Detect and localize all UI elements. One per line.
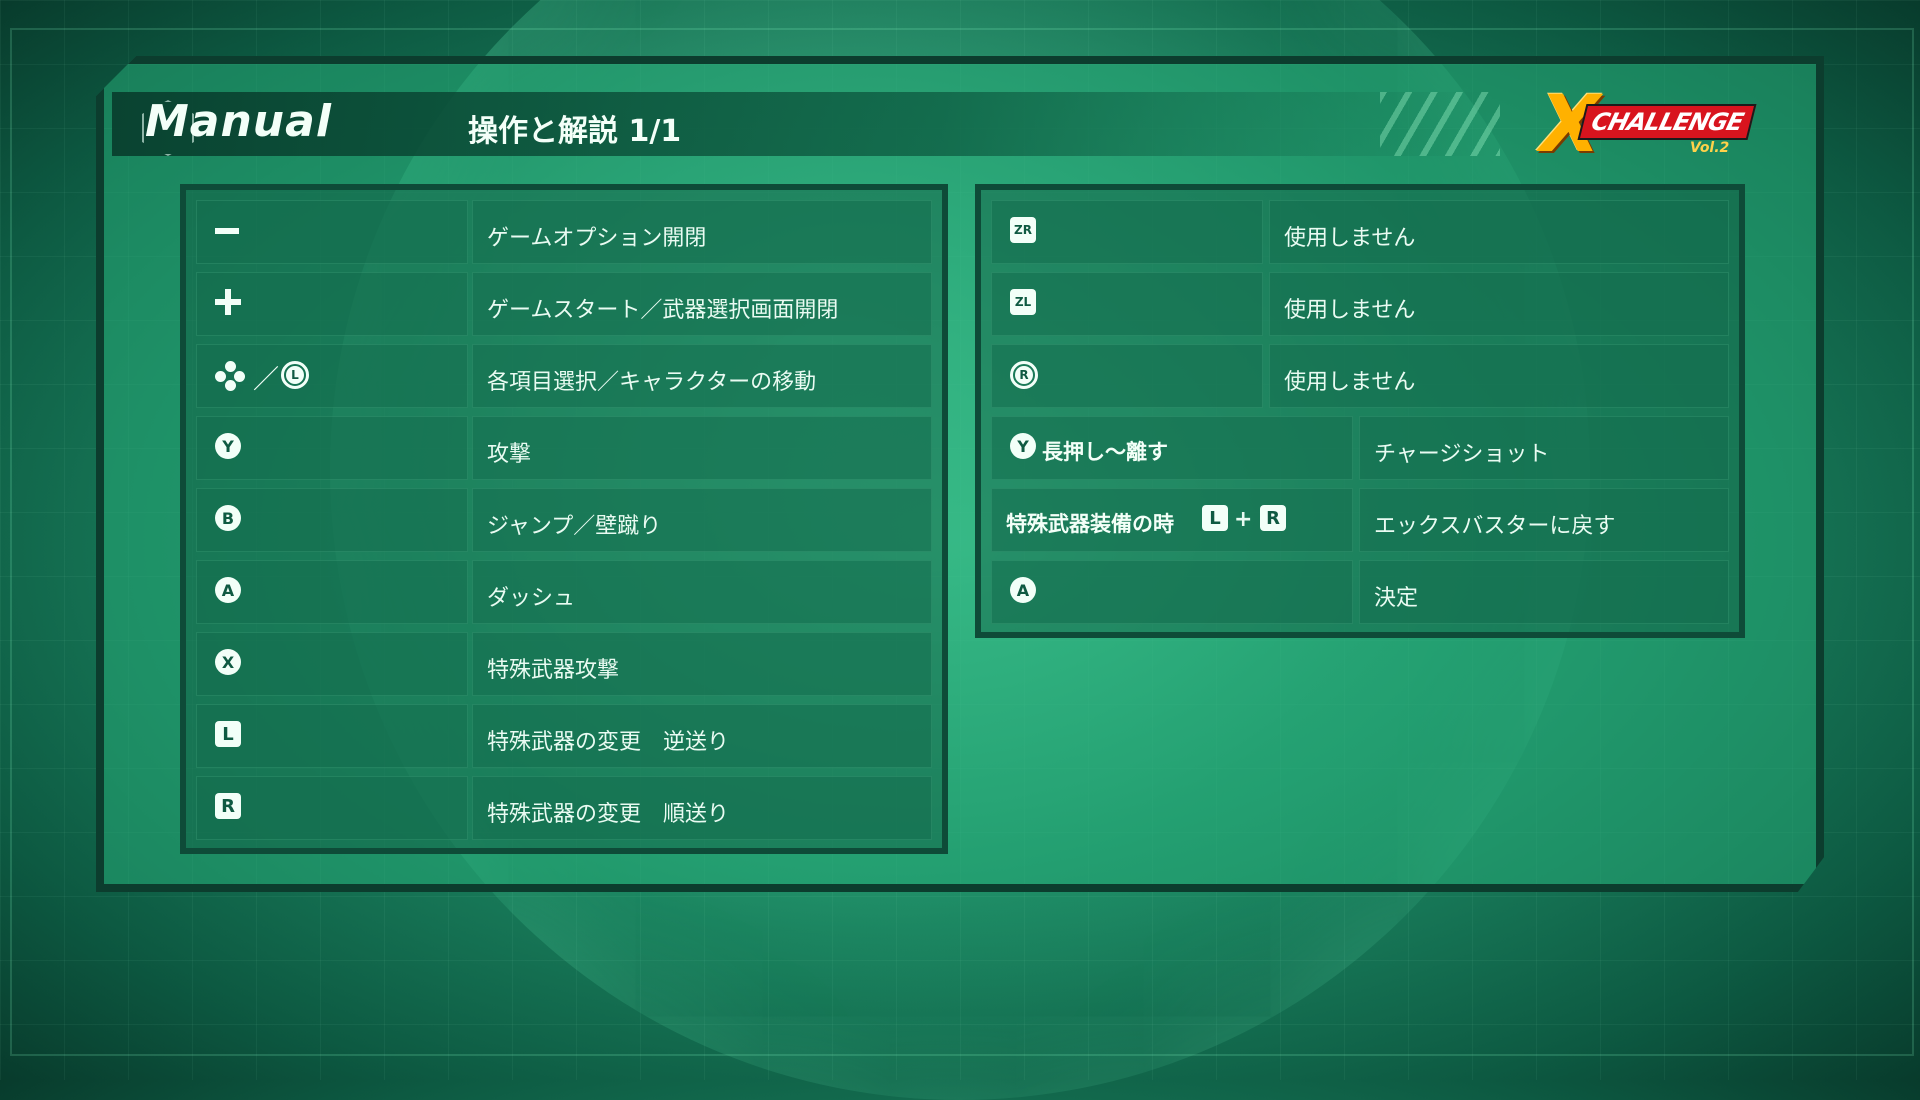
description-cell: 使用しません [1269,272,1729,336]
control-description: 特殊武器攻撃 [487,658,620,683]
r-button-icon: R [215,793,243,821]
hold-release-label: 長押し〜離す [1042,440,1168,464]
control-row: A ダッシュ [196,560,932,624]
control-row: ／ L 各項目選択／キャラクターの移動 [196,344,932,408]
controls-table-left: ゲームオプション開閉 ゲームスタート／武器選択画面開閉 ／ L 各項目選択／キャ… [180,184,948,854]
description-cell: 攻撃 [472,416,932,480]
control-row: B ジャンプ／壁蹴り [196,488,932,552]
description-cell: ゲームスタート／武器選択画面開閉 [472,272,932,336]
y-button-icon: Y [1010,433,1038,461]
plus-button-icon [215,289,243,317]
button-cell: ZR [991,200,1263,264]
a-button-icon: A [215,577,243,605]
button-cell: A [196,560,468,624]
description-cell: ゲームオプション開閉 [472,200,932,264]
description-cell: 使用しません [1269,344,1729,408]
button-cell: ZL [991,272,1263,336]
b-button-icon: B [215,505,243,533]
control-description: 特殊武器の変更 逆送り [487,730,730,755]
dpad-icon [215,361,245,391]
button-cell: A [991,560,1353,624]
description-cell: 特殊武器攻撃 [472,632,932,696]
control-row: R 使用しません [991,344,1729,408]
button-cell: B [196,488,468,552]
r-button-icon: R [1260,505,1288,533]
right-stick-press-icon: R [1010,361,1038,389]
y-button-icon: Y [215,433,243,461]
description-cell: 特殊武器の変更 順送り [472,776,932,840]
button-cell [196,200,468,264]
control-row: ゲームスタート／武器選択画面開閉 [196,272,932,336]
button-cell: Y 長押し〜離す [991,416,1353,480]
control-description: 攻撃 [487,442,532,467]
button-cell: R [196,776,468,840]
control-description: 各項目選択／キャラクターの移動 [487,370,817,395]
control-description: ゲームスタート／武器選択画面開閉 [487,298,839,323]
header-stripes [1380,92,1500,156]
button-cell: 特殊武器装備の時 L + R [991,488,1353,552]
zr-button-icon: ZR [1010,217,1038,245]
control-row: A 決定 [991,560,1729,624]
control-description: チャージショット [1374,442,1550,467]
control-description: ゲームオプション開閉 [487,226,707,251]
game-logo: X CHALLENGE Vol.2 [1540,80,1757,170]
control-row: Y 攻撃 [196,416,932,480]
control-description: エックスバスターに戻す [1374,514,1616,539]
control-description: 決定 [1374,586,1419,611]
x-button-icon: X [215,649,243,677]
control-description: 使用しません [1284,298,1416,323]
control-description: ジャンプ／壁蹴り [487,514,662,539]
l-button-icon: L [215,721,243,749]
minus-button-icon [215,217,243,245]
l-button-icon: L [1202,505,1230,533]
description-cell: チャージショット [1359,416,1729,480]
plus-sign: + [1234,507,1253,532]
button-cell [196,272,468,336]
button-cell: X [196,632,468,696]
a-button-icon: A [1010,577,1038,605]
description-cell: ジャンプ／壁蹴り [472,488,932,552]
control-row: ZL 使用しません [991,272,1729,336]
special-weapon-label: 特殊武器装備の時 [1006,512,1174,536]
control-row: ゲームオプション開閉 [196,200,932,264]
controls-table-right: ZR 使用しません ZL 使用しません R 使用しません Y 長押し〜離す チャ… [975,184,1745,638]
control-row: L 特殊武器の変更 逆送り [196,704,932,768]
control-row: R 特殊武器の変更 順送り [196,776,932,840]
page-title: 操作と解説 1/1 [468,114,682,149]
button-cell: L [196,704,468,768]
button-cell: ／ L [196,344,468,408]
logo-vol: Vol.2 [1690,140,1730,156]
slash-separator: ／ [253,365,280,395]
left-stick-icon: L [281,361,309,389]
logo-challenge: CHALLENGE [1577,104,1757,140]
description-cell: 使用しません [1269,200,1729,264]
button-cell: Y [196,416,468,480]
description-cell: ダッシュ [472,560,932,624]
control-row: 特殊武器装備の時 L + R エックスバスターに戻す [991,488,1729,552]
description-cell: 決定 [1359,560,1729,624]
description-cell: エックスバスターに戻す [1359,488,1729,552]
control-description: 特殊武器の変更 順送り [487,802,730,827]
description-cell: 特殊武器の変更 逆送り [472,704,932,768]
control-row: ZR 使用しません [991,200,1729,264]
control-row: X 特殊武器攻撃 [196,632,932,696]
button-cell: R [991,344,1263,408]
description-cell: 各項目選択／キャラクターの移動 [472,344,932,408]
control-description: 使用しません [1284,226,1416,251]
zl-button-icon: ZL [1010,289,1038,317]
control-description: ダッシュ [487,586,576,611]
control-row: Y 長押し〜離す チャージショット [991,416,1729,480]
manual-title: Manual [145,96,332,147]
control-description: 使用しません [1284,370,1416,395]
